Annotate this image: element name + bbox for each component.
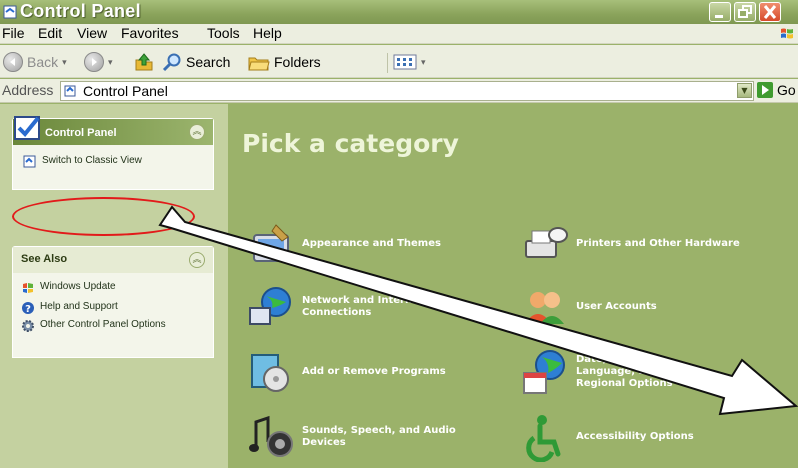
category-network[interactable]: Network and Internet Connections: [246, 282, 496, 332]
see-also-box: See Also ︽ Windows Update ? Help and Sup…: [12, 246, 214, 358]
annotation-red-circle: [12, 197, 195, 236]
category-label: User Accounts: [576, 301, 657, 312]
windows-update-link[interactable]: Windows Update: [21, 281, 116, 295]
main-content: Pick a category Appearance and Themes Pr…: [228, 104, 798, 468]
control-panel-box-title: Control Panel: [45, 127, 117, 139]
category-label: Appearance and Themes: [302, 238, 441, 249]
menu-bar: File Edit View Favorites Tools Help: [0, 24, 798, 44]
sounds-icon: [249, 415, 293, 457]
close-button[interactable]: [759, 2, 781, 22]
accessibility-icon: [526, 415, 561, 462]
control-panel-large-icon: [14, 116, 40, 140]
search-label: Search: [186, 54, 231, 70]
folders-label: Folders: [274, 54, 321, 70]
appearance-icon: [253, 224, 289, 262]
dropdown-arrow-icon[interactable]: ▾: [108, 57, 113, 68]
category-label: Accessibility Options: [576, 431, 694, 442]
help-and-support-link[interactable]: ? Help and Support: [21, 301, 118, 315]
dropdown-arrow-icon[interactable]: ▾: [421, 57, 426, 68]
go-label: Go: [777, 82, 796, 98]
category-sounds[interactable]: Sounds, Speech, and Audio Devices: [246, 412, 496, 462]
menu-file[interactable]: File: [2, 25, 25, 41]
category-date-time[interactable]: Date, Time, Language, and Regional Optio…: [520, 347, 680, 397]
help-icon: ?: [22, 302, 34, 315]
folders-icon: [248, 57, 270, 71]
folders-button[interactable]: Folders: [248, 51, 321, 73]
windows-flag-icon: [781, 28, 793, 39]
views-button[interactable]: ▾: [393, 51, 426, 73]
see-also-title: See Also: [21, 253, 68, 265]
add-remove-icon: [251, 354, 289, 392]
back-label: Back: [27, 54, 59, 70]
forward-arrow-icon: [84, 52, 104, 72]
go-button[interactable]: Go: [757, 82, 796, 98]
dropdown-arrow-icon[interactable]: ▾: [62, 57, 67, 68]
address-bar: Address Control Panel ▼ Go: [0, 79, 798, 103]
other-options-link[interactable]: Other Control Panel Options: [21, 319, 171, 333]
control-panel-icon: [23, 155, 36, 168]
category-user-accounts[interactable]: User Accounts: [520, 282, 790, 332]
menu-view[interactable]: View: [77, 25, 107, 41]
collapse-icon[interactable]: ︽: [189, 124, 205, 140]
category-label: Network and Internet Connections: [302, 295, 424, 318]
windows-update-icon: [23, 283, 33, 293]
title-bar[interactable]: Control Panel: [0, 0, 798, 24]
menu-favorites[interactable]: Favorites: [121, 25, 179, 41]
other-options-label: Other Control Panel Options: [40, 319, 166, 330]
up-folder-button[interactable]: [134, 51, 154, 73]
page-heading: Pick a category: [242, 129, 459, 158]
control-panel-icon: [64, 85, 76, 97]
switch-classic-view-label: Switch to Classic View: [42, 155, 142, 166]
svg-text:?: ?: [25, 304, 31, 315]
address-input[interactable]: Control Panel: [60, 81, 754, 101]
task-pane: Control Panel ︽ Switch to Classic View S…: [0, 104, 228, 468]
address-dropdown-icon[interactable]: ▼: [737, 83, 752, 98]
category-label: Date, Time, Language, and Regional Optio…: [576, 354, 673, 389]
printer-icon: [525, 227, 568, 258]
address-label: Address: [2, 82, 54, 98]
category-appearance[interactable]: Appearance and Themes: [246, 219, 496, 269]
restore-icon: [738, 5, 752, 18]
window-title: Control Panel: [20, 1, 141, 21]
close-icon: [763, 5, 777, 19]
category-label: Printers and Other Hardware: [576, 238, 740, 249]
search-button[interactable]: Search: [162, 51, 230, 73]
search-icon: [162, 53, 181, 72]
restore-button[interactable]: [734, 2, 756, 22]
category-label: Sounds, Speech, and Audio Devices: [302, 425, 456, 448]
menu-edit[interactable]: Edit: [38, 25, 62, 41]
windows-update-label: Windows Update: [40, 281, 116, 292]
category-printers[interactable]: Printers and Other Hardware: [520, 219, 790, 269]
switch-classic-view-link[interactable]: Switch to Classic View: [23, 155, 142, 169]
views-icon: [393, 54, 417, 70]
go-arrow-icon: [757, 82, 773, 98]
menu-tools[interactable]: Tools: [207, 25, 240, 41]
address-value: Control Panel: [83, 83, 168, 99]
help-and-support-label: Help and Support: [40, 301, 118, 312]
minimize-button[interactable]: [709, 2, 731, 22]
toolbar: Back ▾ ▾ Search Folders ▾: [0, 45, 798, 78]
toolbar-separator: [387, 53, 388, 73]
menu-help[interactable]: Help: [253, 25, 282, 41]
minimize-icon: [715, 15, 723, 18]
category-accessibility[interactable]: Accessibility Options: [520, 412, 790, 462]
back-button[interactable]: Back ▾: [3, 51, 67, 73]
back-arrow-icon: [3, 52, 23, 72]
gear-icon: [22, 320, 34, 332]
control-panel-icon: [3, 5, 17, 19]
forward-button[interactable]: ▾: [84, 51, 113, 73]
network-icon: [249, 287, 291, 325]
collapse-icon[interactable]: ︽: [189, 252, 205, 268]
category-label: Add or Remove Programs: [302, 366, 446, 377]
up-folder-icon: [135, 53, 153, 71]
see-also-header[interactable]: See Also ︽: [13, 247, 213, 273]
user-accounts-icon: [526, 292, 564, 324]
date-time-icon: [523, 350, 565, 394]
category-add-remove[interactable]: Add or Remove Programs: [246, 347, 496, 397]
